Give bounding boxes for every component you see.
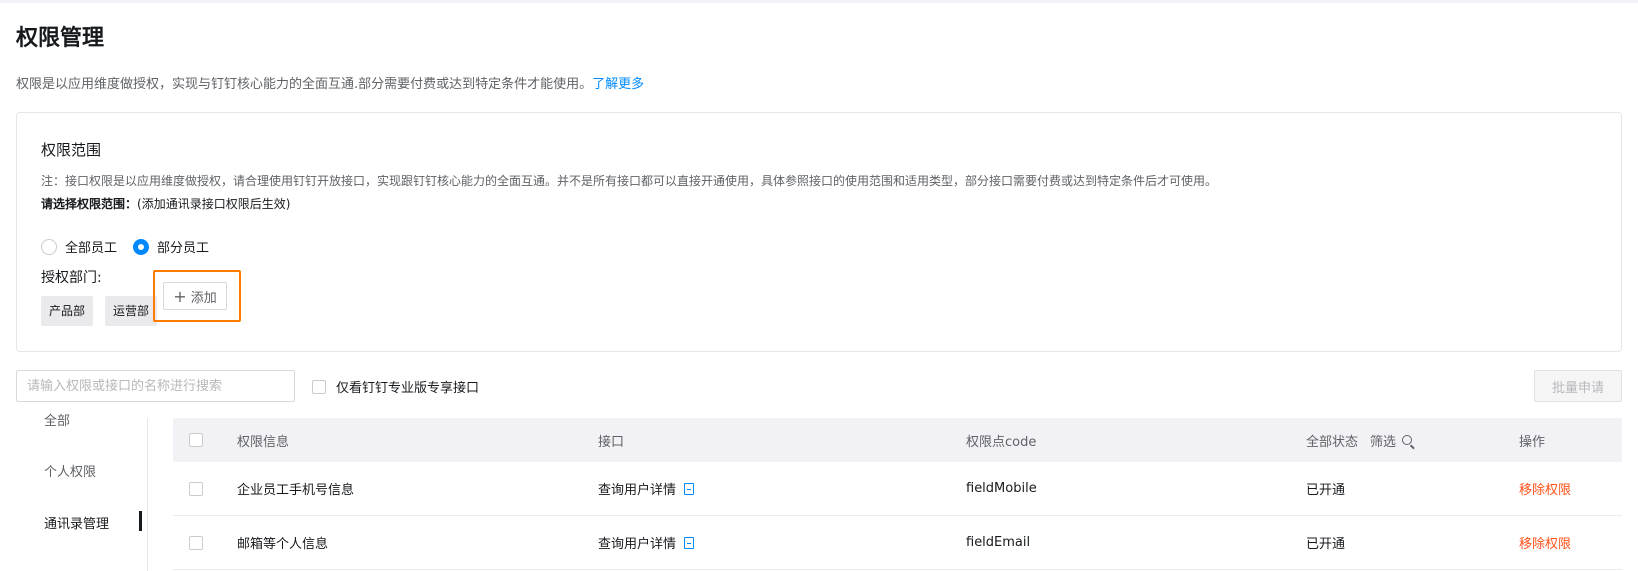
row-code: fieldMobile: [966, 481, 1037, 496]
row-status: 已开通: [1306, 537, 1346, 552]
nav-item-contacts[interactable]: 通讯录管理: [44, 513, 109, 532]
header-op: 操作: [1519, 434, 1546, 450]
scope-title: 权限范围: [41, 141, 102, 159]
nav-item-all[interactable]: 全部: [44, 410, 70, 429]
nav-active-indicator: [139, 511, 142, 531]
choose-label: 请选择权限范围：: [41, 197, 138, 211]
permission-scope-card: 权限范围 注：接口权限是以应用维度做授权，请合理使用钉钉开放接口，实现跟钉钉核心…: [16, 112, 1622, 352]
radio-unchecked-icon: [41, 238, 57, 255]
row-checkbox-cell: [189, 462, 203, 515]
header-code: 权限点code: [966, 434, 1037, 450]
row-api: 查询用户详情: [598, 462, 695, 515]
authorized-departments-label: 授权部门:: [41, 270, 102, 286]
row-code: fieldEmail: [966, 535, 1031, 550]
row-op: 移除权限: [1519, 462, 1571, 515]
header-api: 接口: [598, 434, 625, 450]
pro-only-label: 仅看钉钉专业版专享接口: [336, 381, 480, 396]
table-header: 权限信息 接口 权限点code 全部状态 筛选 操作: [173, 418, 1622, 462]
header-status: 全部状态 筛选: [1306, 418, 1413, 462]
remove-permission-link[interactable]: 移除权限: [1519, 533, 1571, 552]
remove-permission-link[interactable]: 移除权限: [1519, 479, 1571, 498]
doc-link-icon[interactable]: [684, 536, 695, 549]
category-nav: [16, 418, 148, 571]
radio-all-label: 全部员工: [65, 241, 118, 256]
add-department-button[interactable]: + 添加: [163, 282, 227, 310]
api-name: 查询用户详情: [598, 483, 677, 498]
doc-link-icon[interactable]: [684, 482, 695, 495]
status-filter-label: 全部状态: [1306, 434, 1359, 450]
permission-table: 权限信息 接口 权限点code 全部状态 筛选 操作 企业员工手机号信息 查询用…: [173, 418, 1622, 570]
row-api: 查询用户详情: [598, 516, 695, 569]
scope-radio-group: 全部员工 部分员工: [41, 237, 225, 256]
learn-more-link[interactable]: 了解更多: [592, 77, 644, 92]
filter-label: 筛选: [1370, 434, 1397, 450]
header-info: 权限信息: [237, 434, 290, 450]
row-checkbox[interactable]: [189, 481, 203, 496]
api-name: 查询用户详情: [598, 537, 677, 552]
top-divider: [0, 0, 1638, 3]
page-intro: 权限是以应用维度做授权，实现与钉钉核心能力的全面互通.部分需要付费或达到特定条件…: [16, 73, 644, 92]
row-status: 已开通: [1306, 483, 1346, 498]
pro-only-filter[interactable]: 仅看钉钉专业版专享接口: [312, 377, 479, 396]
status-filter-button[interactable]: 筛选: [1370, 431, 1413, 450]
header-checkbox-cell: [189, 418, 203, 462]
row-info: 邮箱等个人信息: [237, 537, 329, 552]
row-checkbox-cell: [189, 516, 203, 569]
row-info: 企业员工手机号信息: [237, 483, 355, 498]
plus-icon: +: [173, 286, 187, 306]
search-icon: [1402, 435, 1413, 445]
department-tag[interactable]: 产品部: [41, 296, 94, 326]
permission-search-input[interactable]: [16, 370, 295, 402]
nav-item-personal[interactable]: 个人权限: [44, 461, 96, 480]
page-title: 权限管理: [16, 26, 105, 51]
scope-note: 注：接口权限是以应用维度做授权，请合理使用钉钉开放接口，实现跟钉钉核心能力的全面…: [41, 174, 1218, 188]
choose-hint: (添加通讯录接口权限后生效): [137, 197, 291, 211]
row-checkbox[interactable]: [189, 535, 203, 550]
table-row: 企业员工手机号信息 查询用户详情 fieldMobile 已开通 移除权限: [173, 462, 1622, 516]
department-tag[interactable]: 运营部: [105, 296, 158, 326]
intro-text: 权限是以应用维度做授权，实现与钉钉核心能力的全面互通.部分需要付费或达到特定条件…: [16, 77, 593, 92]
checkbox-icon: [312, 379, 326, 394]
radio-partial-employees[interactable]: 部分员工: [133, 237, 209, 256]
add-label: 添加: [190, 290, 217, 306]
row-op: 移除权限: [1519, 516, 1571, 569]
radio-all-employees[interactable]: 全部员工: [41, 237, 117, 256]
radio-partial-label: 部分员工: [157, 241, 210, 256]
table-row: 邮箱等个人信息 查询用户详情 fieldEmail 已开通 移除权限: [173, 516, 1622, 570]
scope-choose-label: 请选择权限范围：(添加通讯录接口权限后生效): [41, 195, 290, 212]
radio-checked-icon: [133, 238, 150, 255]
select-all-checkbox[interactable]: [189, 433, 203, 447]
department-tags: 产品部 运营部: [41, 296, 169, 326]
batch-apply-button[interactable]: 批量申请: [1534, 370, 1622, 402]
